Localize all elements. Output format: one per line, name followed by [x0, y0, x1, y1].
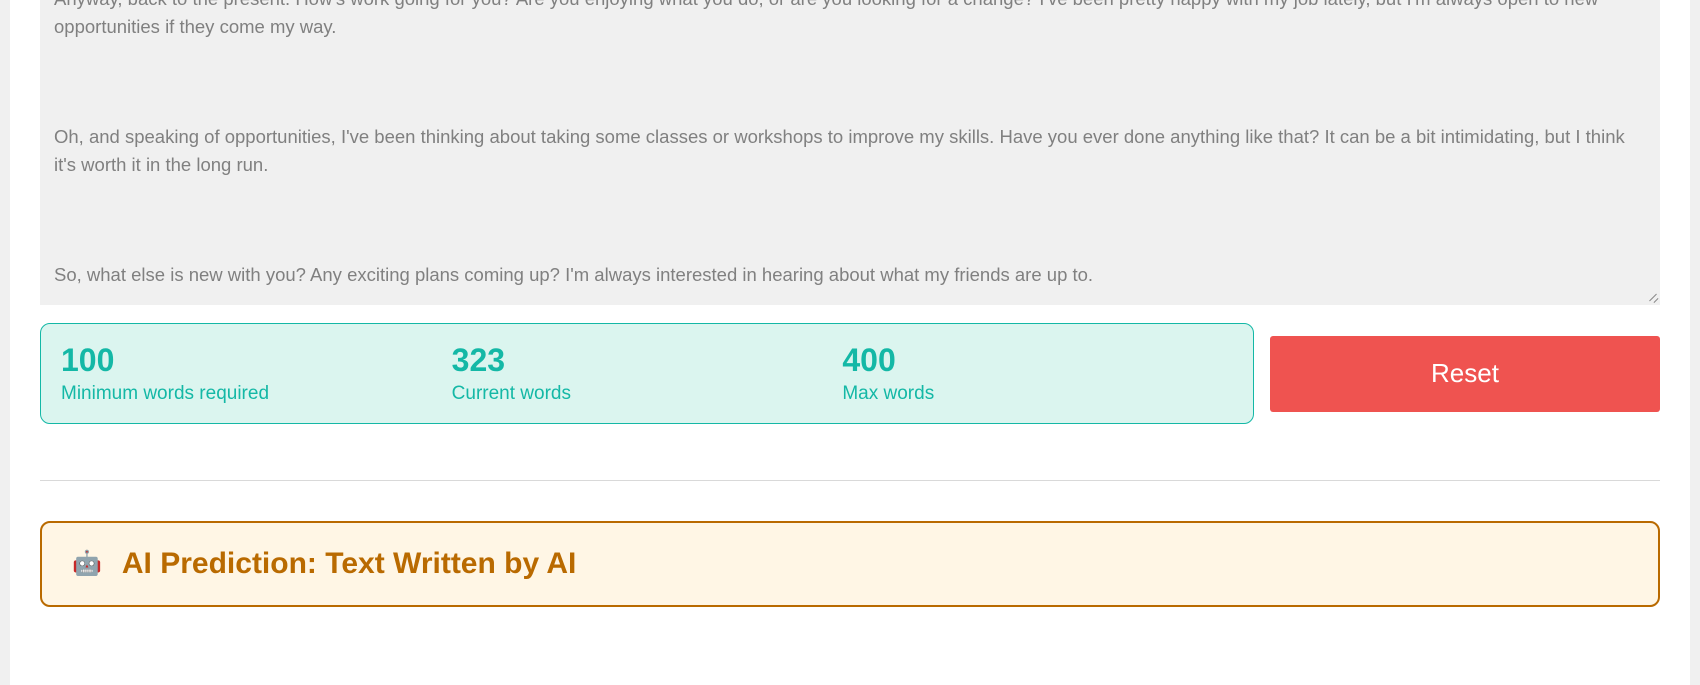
main-container: Anyway, back to the present. How's work …: [10, 0, 1690, 685]
prediction-value: Text Written by AI: [325, 547, 576, 580]
section-divider: [40, 480, 1660, 481]
current-words-value: 323: [452, 342, 843, 379]
reset-button-label: Reset: [1431, 358, 1499, 389]
robot-icon: 🤖: [72, 552, 102, 576]
max-words-stat: 400 Max words: [842, 342, 1233, 405]
stats-row: 100 Minimum words required 323 Current w…: [40, 323, 1660, 424]
max-words-label: Max words: [842, 383, 1233, 405]
prediction-text: AI Prediction: Text Written by AI: [122, 547, 577, 581]
text-content: Anyway, back to the present. How's work …: [40, 0, 1660, 305]
min-words-value: 100: [61, 342, 452, 379]
current-words-label: Current words: [452, 383, 843, 405]
prediction-panel: 🤖 AI Prediction: Text Written by AI: [40, 521, 1660, 607]
paragraph: So, what else is new with you? Any excit…: [54, 261, 1646, 289]
min-words-stat: 100 Minimum words required: [61, 342, 452, 405]
current-words-stat: 323 Current words: [452, 342, 843, 405]
max-words-value: 400: [842, 342, 1233, 379]
min-words-label: Minimum words required: [61, 383, 452, 405]
prediction-label: AI Prediction:: [122, 547, 325, 580]
resize-handle-icon[interactable]: [1644, 289, 1658, 303]
text-input-area[interactable]: Anyway, back to the present. How's work …: [40, 0, 1660, 305]
paragraph: Anyway, back to the present. How's work …: [54, 0, 1646, 40]
reset-button[interactable]: Reset: [1270, 336, 1660, 412]
word-stats-panel: 100 Minimum words required 323 Current w…: [40, 323, 1254, 424]
paragraph: Oh, and speaking of opportunities, I've …: [54, 123, 1646, 178]
